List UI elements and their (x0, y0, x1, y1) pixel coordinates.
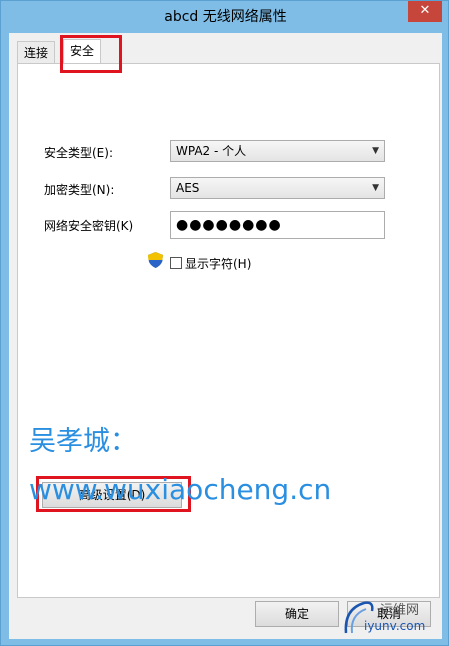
close-button[interactable]: ✕ (408, 1, 442, 22)
network-key-label: 网络安全密钥(K) (44, 219, 134, 233)
network-key-input[interactable]: ●●●●●●●● (170, 211, 385, 239)
watermark-url: www.wuxiaocheng.cn (29, 473, 332, 506)
encryption-type-label: 加密类型(N): (44, 183, 115, 197)
corner-logo: 运维网 iyunv.com (342, 597, 442, 641)
uac-shield-icon (148, 252, 163, 268)
chevron-down-icon: ▼ (372, 183, 379, 193)
encryption-type-value: AES (176, 181, 200, 195)
encryption-type-select[interactable]: AES ▼ (170, 177, 385, 199)
security-type-label: 安全类型(E): (44, 146, 113, 160)
watermark-name: 吴孝城： (29, 426, 137, 457)
dialog-client: 连接 安全 安全类型(E): WPA2 - 个人 ▼ 加密类型(N): AES … (9, 33, 442, 639)
security-panel: 安全类型(E): WPA2 - 个人 ▼ 加密类型(N): AES ▼ 网络安全… (17, 63, 440, 598)
properties-window: abcd 无线网络属性 ✕ 连接 安全 安全类型(E): WPA2 - 个人 ▼… (0, 0, 449, 646)
corner-logo-text: 运维网 (380, 603, 420, 618)
tab-security[interactable]: 安全 (63, 39, 102, 63)
tab-connection[interactable]: 连接 (17, 41, 56, 63)
show-chars-checkbox[interactable] (170, 257, 182, 269)
window-title: abcd 无线网络属性 (164, 9, 287, 25)
security-type-value: WPA2 - 个人 (176, 144, 247, 158)
show-chars-label: 显示字符(H) (185, 257, 252, 271)
ok-button[interactable]: 确定 (255, 601, 339, 627)
corner-logo-domain: iyunv.com (364, 619, 426, 633)
security-type-select[interactable]: WPA2 - 个人 ▼ (170, 140, 385, 162)
chevron-down-icon: ▼ (372, 146, 379, 156)
